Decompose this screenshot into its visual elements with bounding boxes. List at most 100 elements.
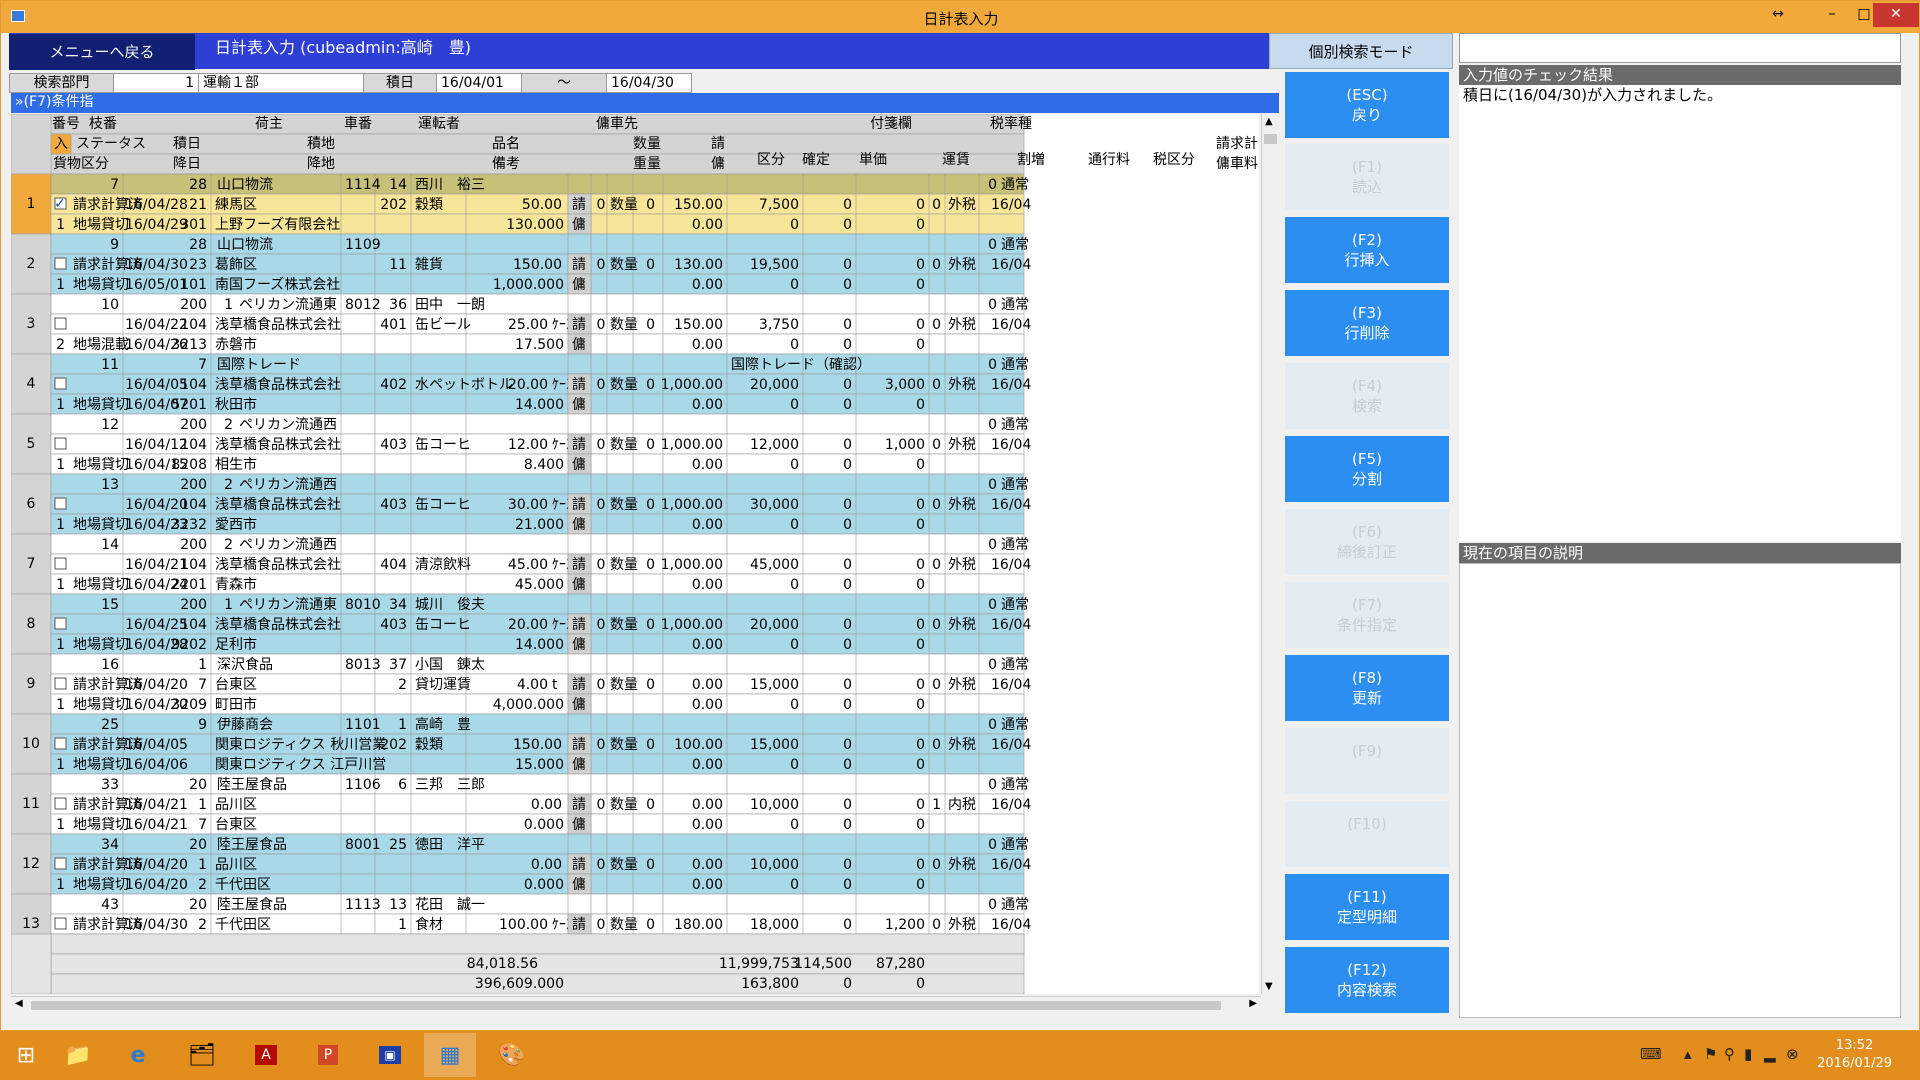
cell-unload-date: 16/04/06 [125, 757, 188, 773]
cell-toll: 0 [916, 617, 925, 633]
row-checkbox[interactable] [54, 497, 67, 510]
cell-driver-code: 6 [398, 777, 407, 793]
cell-freight-code: 1 [56, 457, 65, 473]
cell-number: 11 [101, 357, 119, 373]
explorer-icon[interactable]: 📁 [52, 1033, 104, 1077]
cell-price: 1,000.00 [661, 437, 723, 453]
row-checkbox[interactable] [54, 677, 67, 690]
ie-icon[interactable]: e [112, 1033, 164, 1077]
cell-unload-code: 8208 [171, 457, 207, 473]
cell-shipper-code: 1 [224, 597, 233, 613]
horizontal-scrollbar[interactable]: ◀ ▶ [11, 996, 1261, 1014]
row-checkbox[interactable] [54, 437, 67, 450]
scroll-up-icon[interactable]: ▲ [1265, 116, 1273, 127]
volume-icon[interactable]: ⊗ [1786, 1045, 1799, 1063]
cell-bill-flag: 請 [572, 617, 586, 633]
minimize-button[interactable]: – [1817, 3, 1847, 27]
col-header-driver: 運転者 [418, 116, 460, 132]
active-app-icon[interactable]: ▦ [424, 1033, 476, 1077]
cell-freight-code: 1 [56, 517, 65, 533]
fkey-f8-button[interactable]: (F8) 更新 [1285, 655, 1449, 721]
row-checkbox[interactable] [54, 377, 67, 390]
start-icon[interactable]: ⊞ [0, 1033, 52, 1077]
cell-driver: 高崎 豊 [415, 716, 471, 733]
row-checkbox[interactable] [54, 617, 67, 630]
network-icon[interactable]: ⚲ [1724, 1045, 1735, 1063]
fkey-f5-button[interactable]: (F5) 分割 [1285, 436, 1449, 502]
cell-weight: 17.500 [515, 337, 564, 353]
cell-driver-code: 37 [389, 657, 407, 673]
cell-freight-type: 地場貸切 [73, 517, 129, 533]
row-checkbox[interactable] [54, 917, 67, 930]
date-to-input[interactable]: 16/04/30 [606, 73, 692, 93]
cell-item-code: 403 [380, 497, 407, 513]
row-checkbox[interactable] [54, 557, 67, 570]
resize-icon[interactable]: ↔ [1763, 3, 1793, 27]
scroll-right-icon[interactable]: ▶ [1249, 998, 1257, 1009]
powerpoint-icon[interactable]: P [302, 1033, 354, 1077]
fkey-f12-button[interactable]: (F12) 内容検索 [1285, 947, 1449, 1013]
cell-sub-fare: 0 [790, 877, 799, 893]
cell-fare: 3,750 [759, 317, 799, 333]
cell-price: 130.00 [674, 257, 723, 273]
totals-header [11, 933, 52, 994]
cell-taxname: 外税 [948, 617, 976, 633]
condition-toggle[interactable]: »(F7)条件指 [11, 93, 1279, 113]
col-header-item: 品名 [492, 136, 520, 152]
dept-code-input[interactable]: 1 [113, 73, 199, 93]
cell-sub-price: 0.00 [692, 697, 723, 713]
fkey-esc-button[interactable]: (ESC) 戻り [1285, 72, 1449, 138]
search-mode-button[interactable]: 個別検索モード [1269, 33, 1453, 69]
row-checkbox[interactable] [54, 317, 67, 330]
cell-fare: 10,000 [750, 797, 799, 813]
fkey-f11-button[interactable]: (F11) 定型明細 [1285, 874, 1449, 940]
app-icon[interactable]: ▣ [364, 1033, 416, 1077]
cell-driver: 小国 錬太 [415, 657, 485, 673]
scroll-down-icon[interactable]: ▼ [1265, 981, 1273, 992]
cell-sub-fare: 0 [790, 277, 799, 293]
cell-fare: 19,500 [750, 257, 799, 273]
paint-icon[interactable]: 🎨 [486, 1033, 538, 1077]
scroll-left-icon[interactable]: ◀ [15, 998, 23, 1009]
cell-sub-fare: 0 [790, 697, 799, 713]
keyboard-icon[interactable]: ⌨ [1640, 1045, 1662, 1063]
cell-unload-code: 301 [180, 217, 207, 233]
cell-qty: 4.00 [517, 677, 548, 693]
pdf-icon[interactable]: A [240, 1033, 292, 1077]
cell-sub-price: 0.00 [692, 217, 723, 233]
row-checkbox[interactable] [54, 737, 67, 750]
cell-sub-flag: 傭 [572, 217, 586, 233]
cell-tax: 0 [988, 657, 997, 673]
scroll-thumb[interactable] [1264, 134, 1277, 144]
hscroll-thumb[interactable] [31, 1001, 1221, 1010]
cell-toll: 0 [916, 737, 925, 753]
flag-icon[interactable]: ⚑ [1704, 1045, 1717, 1063]
col-header-warimashi: 割増 [1017, 151, 1045, 168]
menu-back-button[interactable]: メニューへ戻る [9, 34, 195, 70]
row-checkbox[interactable] [54, 857, 67, 870]
close-button[interactable]: ✕ [1873, 3, 1919, 27]
date-from-input[interactable]: 16/04/01 [436, 73, 522, 93]
row-checkbox[interactable] [54, 797, 67, 810]
cell-sub-fare: 0 [790, 217, 799, 233]
data-grid[interactable]: 番号 枝番 荷主 車番 運転者 傭車先 付箋欄 税率種入ステータス 積日 積地 品名 数量請区分 確定単… [11, 114, 1259, 994]
tray-arrow-icon[interactable]: ▴ [1684, 1045, 1692, 1063]
cell-qty: 20.00 [508, 377, 548, 393]
cell-driver: 花田 誠一 [415, 897, 485, 913]
cell-car: 8013 [345, 657, 381, 673]
cell-taxname: 外税 [948, 497, 976, 513]
vertical-scrollbar[interactable]: ▲ ▼ [1261, 114, 1279, 994]
clock[interactable]: 13:52 2016/01/29 [1817, 1037, 1892, 1073]
fkey-f3-button[interactable]: (F3) 行削除 [1285, 290, 1449, 356]
row-checkbox[interactable] [54, 257, 67, 270]
battery-icon[interactable]: ▮ [1744, 1045, 1752, 1063]
cell-branch: 200 [180, 597, 207, 613]
cell-sub-fare: 0 [790, 337, 799, 353]
cell-unload-code: 2201 [171, 577, 207, 593]
cell-kubun: 0 [597, 257, 606, 273]
signal-icon[interactable]: ▂ [1764, 1045, 1776, 1063]
folder-icon[interactable]: 🗂 [176, 1033, 228, 1077]
cell-load-place: 品川区 [215, 857, 257, 873]
cell-item: 缶コーヒ [415, 497, 471, 513]
fkey-f2-button[interactable]: (F2) 行挿入 [1285, 217, 1449, 283]
